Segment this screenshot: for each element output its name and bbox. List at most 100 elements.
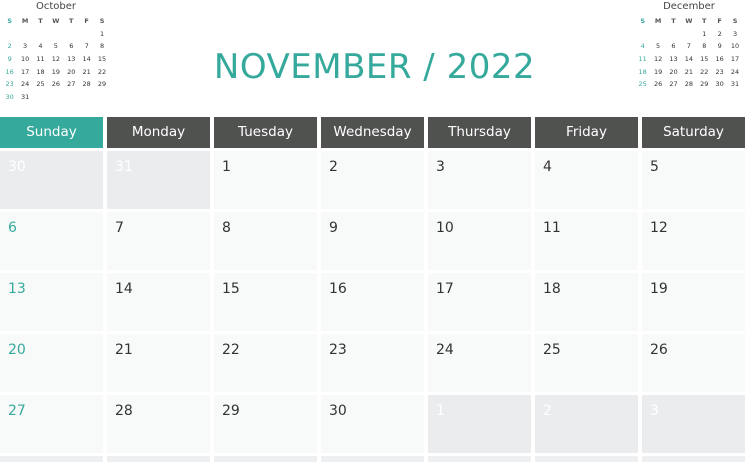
day-cell[interactable]: 16 — [321, 273, 424, 331]
day-cell[interactable]: 7 — [107, 212, 210, 270]
day-number: 7 — [115, 220, 124, 236]
weekday-header-thursday: Thursday — [428, 117, 531, 148]
mini-day-cell — [2, 28, 17, 41]
mini-day-cell: 28 — [684, 80, 693, 89]
mini-day-cell: 24 — [730, 67, 740, 76]
day-cell[interactable]: 4 — [535, 151, 638, 209]
weekday-header-friday: Friday — [535, 117, 638, 148]
day-cell[interactable]: 26 — [642, 334, 745, 392]
mini-weekday-label: W — [685, 17, 693, 25]
mini-day-cell — [17, 28, 32, 41]
mini-day-cell: 7 — [686, 42, 691, 51]
day-cell[interactable]: 12 — [642, 212, 745, 270]
mini-day-cell: 27 — [669, 80, 678, 89]
day-cell[interactable]: 28 — [107, 395, 210, 453]
day-cell[interactable]: 30 — [321, 395, 424, 453]
day-number: 25 — [543, 342, 561, 358]
mini-weekday-label: S — [732, 17, 738, 25]
day-cell-outside-month[interactable]: 2 — [535, 395, 638, 453]
day-number: 15 — [222, 281, 240, 297]
day-cell-outside-month[interactable]: 1 — [428, 395, 531, 453]
day-number: 19 — [650, 281, 668, 297]
mini-day-cell: 2 — [717, 29, 722, 38]
weekday-header-saturday: Saturday — [642, 117, 745, 148]
day-cell[interactable]: 23 — [321, 334, 424, 392]
mini-day-cell: 6 — [671, 42, 676, 51]
weekday-header-monday: Monday — [107, 117, 210, 148]
day-cell[interactable]: 5 — [642, 151, 745, 209]
mini-day-cell — [650, 28, 665, 41]
day-cell[interactable]: 2 — [321, 151, 424, 209]
mini-calendar-grid: S M T W T F S 1 2 3 4 5 6 7 8 9 10 11 12 13 14 15 16 17 18 19 20 21… — [635, 15, 743, 91]
day-cell[interactable]: 27 — [0, 395, 103, 453]
mini-weekday-label: T — [671, 17, 676, 25]
day-cell[interactable]: 1 — [214, 151, 317, 209]
day-number: 31 — [115, 159, 133, 175]
next-row-stub — [0, 456, 103, 462]
day-number: 12 — [650, 220, 668, 236]
mini-weekday-label: S — [99, 17, 105, 25]
mini-day-cell: 11 — [638, 55, 647, 64]
day-cell[interactable]: 17 — [428, 273, 531, 331]
day-cell[interactable]: 9 — [321, 212, 424, 270]
mini-day-cell: 12 — [653, 55, 663, 64]
day-number: 23 — [329, 342, 347, 358]
mini-day-cell: 5 — [656, 42, 661, 51]
mini-calendar-month-label: October — [35, 1, 77, 12]
mini-day-cell: 30 — [715, 80, 724, 89]
day-cell[interactable]: 29 — [214, 395, 317, 453]
mini-weekday-label: W — [52, 17, 60, 25]
day-cell[interactable]: 10 — [428, 212, 531, 270]
day-cell[interactable]: 22 — [214, 334, 317, 392]
mini-day-cell: 26 — [653, 80, 663, 89]
day-cell[interactable]: 24 — [428, 334, 531, 392]
day-number: 17 — [436, 281, 454, 297]
day-cell-outside-month[interactable]: 3 — [642, 395, 745, 453]
day-cell[interactable]: 14 — [107, 273, 210, 331]
day-number: 29 — [222, 403, 240, 419]
mini-day-cell: 25 — [638, 80, 647, 89]
day-cell[interactable]: 15 — [214, 273, 317, 331]
mini-day-cell — [48, 28, 63, 41]
mini-day-cell — [33, 91, 48, 104]
mini-day-cell: 22 — [700, 67, 709, 76]
day-cell[interactable]: 13 — [0, 273, 103, 331]
mini-day-cell — [666, 28, 681, 41]
day-number: 5 — [650, 159, 659, 175]
day-number: 28 — [115, 403, 133, 419]
day-number: 8 — [222, 220, 231, 236]
day-number: 9 — [329, 220, 338, 236]
day-cell[interactable]: 21 — [107, 334, 210, 392]
day-cell[interactable]: 6 — [0, 212, 103, 270]
day-number: 13 — [8, 281, 26, 297]
day-cell[interactable]: 19 — [642, 273, 745, 331]
mini-day-cell: 1 — [702, 29, 707, 38]
day-cell[interactable]: 18 — [535, 273, 638, 331]
day-cell-outside-month[interactable]: 30 — [0, 151, 103, 209]
mini-day-cell — [635, 28, 650, 41]
mini-weekday-label: F — [84, 17, 89, 25]
day-number: 3 — [436, 159, 445, 175]
month-calendar-grid: Sunday Monday Tuesday Wednesday Thursday Frid… — [0, 117, 749, 462]
day-cell[interactable]: 3 — [428, 151, 531, 209]
mini-calendar-december: December S M T W T F S 1 2 3 4 5 6 7 8 9 10 11 12 13 14 15 16 1… — [635, 0, 743, 91]
day-number: 14 — [115, 281, 133, 297]
mini-weekday-label: T — [69, 17, 74, 25]
mini-day-cell: 30 — [5, 93, 14, 102]
mini-day-cell: 17 — [730, 55, 740, 64]
mini-day-cell: 18 — [638, 67, 647, 76]
day-cell[interactable]: 8 — [214, 212, 317, 270]
day-cell[interactable]: 11 — [535, 212, 638, 270]
mini-calendar-month-label: December — [663, 1, 715, 12]
day-number: 1 — [436, 403, 445, 419]
day-cell[interactable]: 25 — [535, 334, 638, 392]
mini-day-cell: 15 — [700, 55, 709, 64]
mini-weekday-label: M — [21, 17, 29, 25]
day-cell-outside-month[interactable]: 31 — [107, 151, 210, 209]
mini-day-cell: 21 — [684, 67, 693, 76]
day-number: 4 — [543, 159, 552, 175]
day-number: 26 — [650, 342, 668, 358]
mini-day-cell — [79, 91, 94, 104]
mini-day-cell: 23 — [715, 67, 724, 76]
day-cell[interactable]: 20 — [0, 334, 103, 392]
